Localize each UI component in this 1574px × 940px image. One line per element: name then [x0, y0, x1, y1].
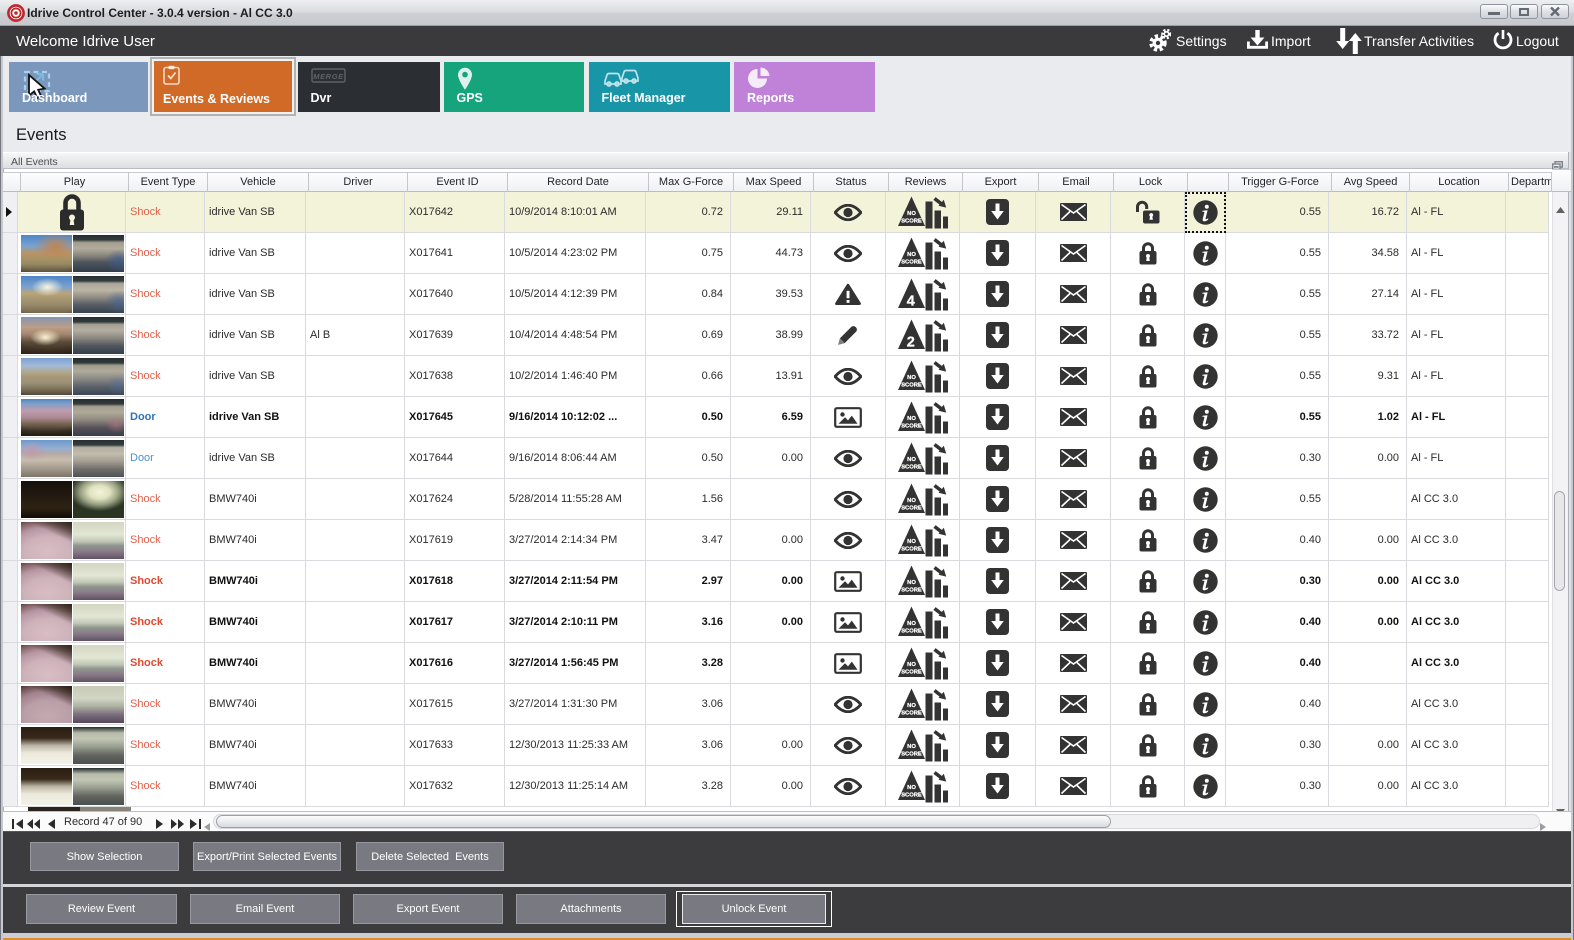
svg-text:NO: NO	[907, 252, 916, 258]
svg-text:SCORE: SCORE	[901, 669, 922, 675]
svg-text:MERGE: MERGE	[313, 72, 344, 81]
svg-text:SCORE: SCORE	[901, 628, 922, 634]
svg-text:NO: NO	[907, 416, 916, 422]
svg-text:4: 4	[906, 293, 914, 309]
svg-text:SCORE: SCORE	[901, 587, 922, 593]
svg-text:SCORE: SCORE	[901, 505, 922, 511]
svg-text:NO: NO	[907, 375, 916, 381]
svg-text:SCORE: SCORE	[901, 218, 922, 224]
svg-text:NO: NO	[907, 785, 916, 791]
svg-text:NO: NO	[907, 621, 916, 627]
svg-text:SCORE: SCORE	[901, 546, 922, 552]
svg-text:NO: NO	[907, 457, 916, 463]
svg-text:NO: NO	[907, 580, 916, 586]
svg-text:2: 2	[906, 334, 914, 350]
svg-text:SCORE: SCORE	[901, 792, 922, 798]
svg-text:SCORE: SCORE	[901, 710, 922, 716]
svg-text:NO: NO	[907, 211, 916, 217]
svg-text:NO: NO	[907, 498, 916, 504]
svg-text:NO: NO	[907, 703, 916, 709]
svg-text:SCORE: SCORE	[901, 464, 922, 470]
svg-text:NO: NO	[907, 744, 916, 750]
svg-text:NO: NO	[907, 539, 916, 545]
svg-text:SCORE: SCORE	[901, 382, 922, 388]
svg-text:SCORE: SCORE	[901, 751, 922, 757]
svg-text:SCORE: SCORE	[901, 259, 922, 265]
svg-text:NO: NO	[907, 662, 916, 668]
svg-text:SCORE: SCORE	[901, 423, 922, 429]
